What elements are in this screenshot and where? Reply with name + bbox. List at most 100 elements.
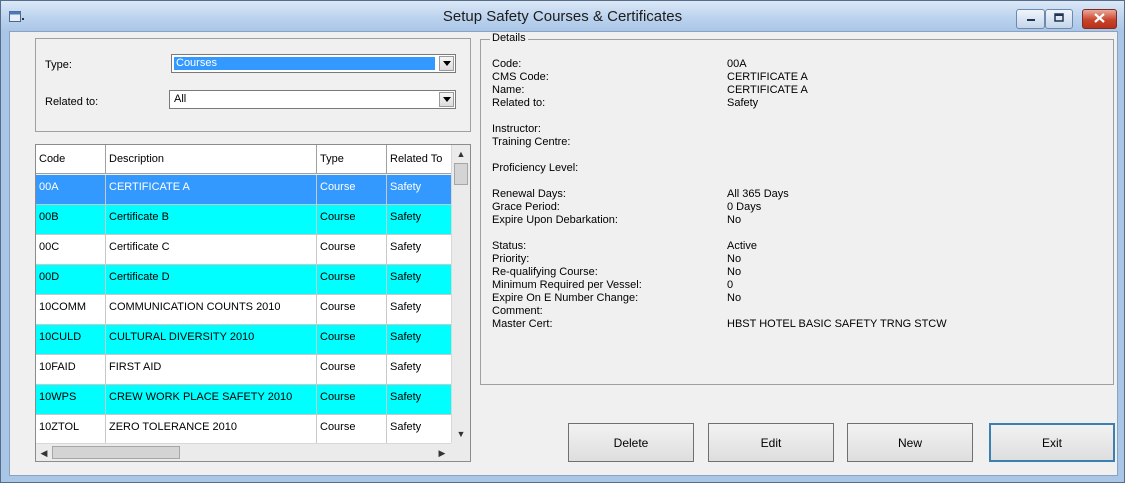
related-label: Related to: (45, 96, 99, 108)
horizontal-scrollbar[interactable]: ◀ ▶ (36, 443, 451, 461)
cell-description: CREW WORK PLACE SAFETY 2010 (106, 385, 317, 415)
vertical-scrollbar[interactable]: ▲ ▼ (451, 145, 470, 443)
cell-description: CERTIFICATE A (106, 175, 317, 205)
chevron-down-icon[interactable] (439, 92, 454, 107)
exit-button[interactable]: Exit (989, 423, 1115, 462)
column-header-description[interactable]: Description (106, 145, 317, 174)
detail-row: Expire On E Number Change: No (492, 292, 1102, 305)
cell-type: Course (317, 175, 387, 205)
detail-row: Name: CERTIFICATE A (492, 84, 1102, 97)
detail-value: Active (727, 240, 757, 252)
related-select[interactable]: All (169, 90, 456, 109)
detail-label: Renewal Days: (492, 188, 566, 200)
maximize-icon (1054, 13, 1064, 25)
table-row[interactable]: 10CULD CULTURAL DIVERSITY 2010 Course Safet… (36, 325, 451, 355)
detail-label: Expire On E Number Change: (492, 292, 639, 304)
detail-row: Renewal Days: All 365 Days (492, 188, 1102, 201)
detail-label: Grace Period: (492, 201, 560, 213)
maximize-button[interactable] (1045, 9, 1073, 29)
table-row[interactable]: 10FAID FIRST AID Course Safety (36, 355, 451, 385)
grid-header: Code Description Type Related To (36, 145, 451, 174)
close-icon (1094, 12, 1105, 26)
detail-row: CMS Code: CERTIFICATE A (492, 71, 1102, 84)
detail-value: No (727, 253, 742, 265)
detail-row: Status: Active (492, 240, 1102, 253)
cell-type: Course (317, 295, 387, 325)
scroll-down-icon[interactable]: ▼ (455, 428, 467, 440)
app-window: Setup Safety Courses & Certificates Type… (0, 0, 1125, 483)
detail-label: Instructor: (492, 123, 541, 135)
vertical-scroll-thumb[interactable] (454, 163, 468, 185)
minimize-icon (1026, 13, 1036, 25)
detail-label: Re-qualifying Course: (492, 266, 598, 278)
column-header-code[interactable]: Code (36, 145, 106, 174)
details-group: Details Code: 00A CMS Code: CERTIFICATE A Na… (480, 32, 1114, 385)
new-button[interactable]: New (847, 423, 973, 462)
cell-code: 10WPS (36, 385, 106, 415)
minimize-button[interactable] (1016, 9, 1045, 29)
chevron-down-icon[interactable] (439, 56, 454, 71)
detail-label: CMS Code: (492, 71, 549, 83)
detail-row: Comment: (492, 305, 1102, 318)
detail-row: Code: 00A (492, 58, 1102, 71)
delete-button[interactable]: Delete (568, 423, 694, 462)
detail-value: CERTIFICATE A (727, 71, 808, 83)
cell-type: Course (317, 415, 387, 445)
cell-type: Course (317, 265, 387, 295)
cell-related-to: Safety (387, 175, 451, 205)
detail-label: Priority: (492, 253, 530, 265)
column-header-type[interactable]: Type (317, 145, 387, 174)
table-row[interactable]: 00C Certificate C Course Safety (36, 235, 451, 265)
detail-value: All 365 Days (727, 188, 789, 200)
table-row[interactable]: 00D Certificate D Course Safety (36, 265, 451, 295)
cell-related-to: Safety (387, 295, 451, 325)
detail-row: Minimum Required per Vessel: 0 (492, 279, 1102, 292)
cell-code: 10COMM (36, 295, 106, 325)
detail-row: Training Centre: (492, 136, 1102, 149)
detail-value: 0 Days (727, 201, 762, 213)
detail-value: No (727, 292, 742, 304)
table-row[interactable]: 00A CERTIFICATE A Course Safety (36, 175, 451, 205)
table-row[interactable]: 10COMM COMMUNICATION COUNTS 2010 Course Saf… (36, 295, 451, 325)
detail-row: Instructor: (492, 123, 1102, 136)
detail-value: 0 (727, 279, 734, 291)
close-button[interactable] (1082, 9, 1117, 29)
edit-button[interactable]: Edit (708, 423, 834, 462)
title-bar[interactable]: Setup Safety Courses & Certificates (1, 1, 1124, 31)
detail-value: CERTIFICATE A (727, 84, 808, 96)
filter-panel: Type: Courses Related to: All (35, 38, 471, 132)
detail-row: Master Cert: HBST HOTEL BASIC SAFETY TRNG… (492, 318, 1102, 331)
table-row[interactable]: 00B Certificate B Course Safety (36, 205, 451, 235)
cell-related-to: Safety (387, 205, 451, 235)
detail-row: Re-qualifying Course: No (492, 266, 1102, 279)
detail-label: Comment: (492, 305, 543, 317)
horizontal-scroll-thumb[interactable] (52, 446, 180, 459)
table-row[interactable]: 10WPS CREW WORK PLACE SAFETY 2010 Course Sa… (36, 385, 451, 415)
related-select-value: All (174, 93, 187, 105)
detail-value: 00A (727, 58, 747, 70)
column-header-related-to[interactable]: Related To (387, 145, 451, 174)
scroll-right-icon[interactable]: ▶ (436, 447, 448, 459)
detail-label: Expire Upon Debarkation: (492, 214, 618, 226)
cell-description: Certificate D (106, 265, 317, 295)
table-row[interactable]: 10ZTOL ZERO TOLERANCE 2010 Course Safety (36, 415, 451, 445)
detail-row: Expire Upon Debarkation: No (492, 214, 1102, 227)
cell-type: Course (317, 235, 387, 265)
detail-label: Related to: (492, 97, 546, 109)
cell-code: 00D (36, 265, 106, 295)
detail-label: Proficiency Level: (492, 162, 579, 174)
window-title: Setup Safety Courses & Certificates (442, 8, 683, 25)
cell-type: Course (317, 355, 387, 385)
client-area: Type: Courses Related to: All Code Descr… (9, 31, 1118, 476)
cell-description: COMMUNICATION COUNTS 2010 (106, 295, 317, 325)
scroll-left-icon[interactable]: ◀ (38, 447, 50, 459)
cell-related-to: Safety (387, 235, 451, 265)
cell-related-to: Safety (387, 415, 451, 445)
type-select-value: Courses (174, 57, 435, 70)
cell-description: Certificate B (106, 205, 317, 235)
detail-label: Training Centre: (492, 136, 571, 148)
scroll-up-icon[interactable]: ▲ (455, 148, 467, 160)
type-select[interactable]: Courses (171, 54, 456, 73)
type-label: Type: (45, 59, 72, 71)
cell-code: 10ZTOL (36, 415, 106, 445)
